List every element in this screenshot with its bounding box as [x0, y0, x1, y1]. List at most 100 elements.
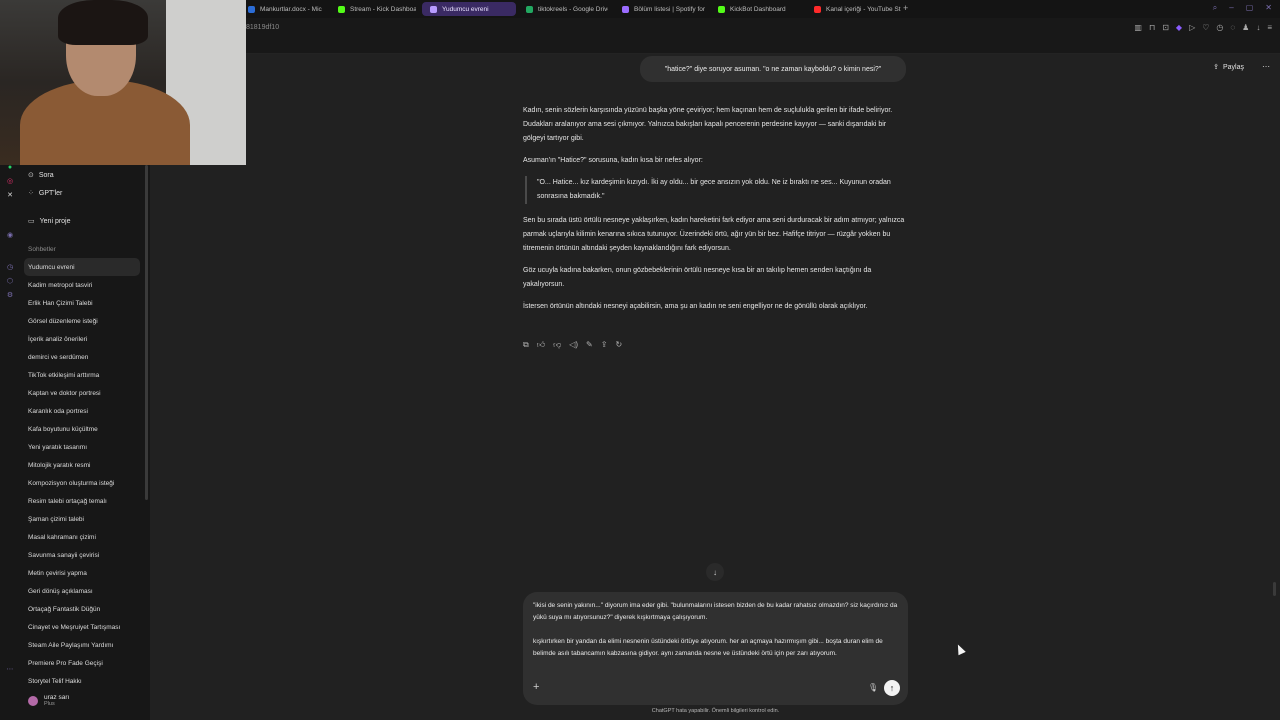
chat-list-item[interactable]: Kafa boyutunu küçültme: [24, 420, 140, 438]
sidebar-item-label: GPT'ler: [38, 189, 63, 197]
tab-label: KickBot Dashboard: [730, 5, 786, 13]
browser-tab[interactable]: Kanal içeriği - YouTube St: [806, 2, 902, 16]
tab-label: Yudumcu evreni: [442, 5, 489, 13]
search-icon[interactable]: ⌕: [1213, 3, 1217, 13]
browser-tab[interactable]: Bölüm listesi | Spotify for: [614, 2, 706, 16]
profile-icon[interactable]: ♟: [1242, 23, 1249, 32]
share-button[interactable]: ⇪ Paylaş: [1213, 63, 1244, 72]
microphone-icon[interactable]: 🎙︎: [868, 683, 878, 692]
share-icon: ⇪: [1213, 64, 1219, 71]
chat-list-item[interactable]: Kaptan ve doktor portresi: [24, 384, 140, 402]
chat-list-item[interactable]: TikTok etkileşimi arttırma: [24, 366, 140, 384]
new-tab-button[interactable]: +: [903, 3, 908, 13]
tab-favicon-icon: [718, 5, 725, 13]
chat-list-item[interactable]: Kompozisyon oluşturma isteği: [24, 474, 140, 492]
arrow-up-icon: ↑: [889, 683, 895, 693]
share-message-icon[interactable]: ⇪: [601, 340, 608, 350]
arrow-down-icon: ↓: [713, 567, 717, 577]
folder-icon: ▭: [28, 218, 35, 225]
tab-label: tiktokreels - Google Drive: [538, 5, 608, 13]
user-message: "hatice?" diye soruyor asuman. "o ne zam…: [640, 56, 906, 82]
sora-icon: ⊙: [28, 172, 34, 179]
chat-list-item[interactable]: Savunma sanayii çevirisi: [24, 546, 140, 564]
bookmark-icon[interactable]: ⊓: [1149, 23, 1155, 32]
send-button[interactable]: ↑: [884, 680, 900, 696]
url-text[interactable]: 81819df10: [246, 24, 279, 31]
browser-tab[interactable]: Yudumcu evreni: [422, 2, 516, 16]
chat-list-item[interactable]: demirci ve serdümen: [24, 348, 140, 366]
user-plan: Plus: [44, 701, 55, 707]
assistant-paragraph: Asuman'ın "Hatice?" sorusuna, kadın kısa…: [523, 157, 703, 164]
chat-list-item[interactable]: Erlik Han Çizimi Talebi: [24, 294, 140, 312]
screenshot-icon[interactable]: ⊡: [1162, 23, 1169, 32]
page-scrollbar[interactable]: [1273, 582, 1276, 596]
thumbs-down-icon[interactable]: 👎︎: [553, 340, 561, 350]
browser-tab[interactable]: Mankurtlar.docx - Micros: [240, 2, 322, 16]
chat-list-item[interactable]: Geri dönüş açıklaması: [24, 582, 140, 600]
chat-list-item[interactable]: Resim talebi ortaçağ temalı: [24, 492, 140, 510]
chat-list-item[interactable]: Masal kahramanı çizimi: [24, 528, 140, 546]
scroll-down-button[interactable]: ↓: [706, 563, 724, 581]
tab-favicon-icon: [338, 5, 345, 13]
sidebar-item-new-project[interactable]: ▭ Yeni proje: [28, 217, 71, 226]
composer-input[interactable]: "ikisi de senin yakının..." diyorum ima …: [533, 600, 901, 660]
minimize-icon[interactable]: –: [1229, 3, 1233, 13]
whatsapp-icon[interactable]: ●: [8, 164, 12, 171]
tab-label: Bölüm listesi | Spotify for: [634, 5, 706, 13]
chat-icon[interactable]: ◌: [1230, 23, 1235, 32]
close-icon[interactable]: ✕: [1265, 3, 1272, 13]
browser-tab[interactable]: tiktokreels - Google Drive: [518, 2, 608, 16]
chats-section-label: Sohbetler: [28, 246, 56, 253]
user-profile[interactable]: uraz sarı Plus: [28, 694, 69, 707]
tab-favicon-icon: [430, 5, 437, 13]
tab-label: Mankurtlar.docx - Micros: [260, 5, 322, 13]
chat-list-item[interactable]: İçerik analiz önerileri: [24, 330, 140, 348]
browser-tab[interactable]: Stream - Kick Dashboard: [330, 2, 416, 16]
chat-list-item[interactable]: Görsel düzenleme isteği: [24, 312, 140, 330]
chat-list-item[interactable]: Kadim metropol tasviri: [24, 276, 140, 294]
webcam-overlay: [0, 0, 246, 165]
attach-plus-icon[interactable]: +: [533, 681, 539, 693]
extension-icon[interactable]: ◆: [1176, 23, 1182, 32]
more-apps-icon[interactable]: ⋯: [7, 665, 14, 673]
window-controls: ⌕ – ▢ ✕: [1213, 3, 1272, 13]
heart-icon[interactable]: ♡: [1202, 23, 1209, 32]
read-aloud-icon[interactable]: ◁): [569, 340, 578, 350]
copy-icon[interactable]: ⧉: [523, 340, 529, 350]
play-icon[interactable]: ▷: [1189, 23, 1195, 32]
apps-icon[interactable]: ⬡: [7, 277, 13, 285]
x-icon[interactable]: ✕: [7, 191, 13, 199]
thumbs-up-icon[interactable]: 👍︎: [537, 340, 545, 350]
chat-list-item[interactable]: Mitolojik yaratık resmi: [24, 456, 140, 474]
history-icon[interactable]: ◷: [7, 263, 13, 271]
chat-list-item[interactable]: Metin çevirisi yapma: [24, 564, 140, 582]
download-icon[interactable]: ↓: [1256, 23, 1260, 32]
settings-icon[interactable]: ⚙: [7, 291, 13, 299]
sidebar-toggle-icon[interactable]: ▥: [1134, 23, 1142, 32]
maximize-icon[interactable]: ▢: [1246, 3, 1254, 13]
app-rail: ● ◎ ✕ ◉ ◷ ⬡ ⚙ ⋯: [0, 160, 20, 720]
user-name: uraz sarı: [44, 694, 70, 701]
more-options-icon[interactable]: ⋯: [1262, 62, 1270, 71]
edit-canvas-icon[interactable]: ✎: [586, 340, 593, 350]
sidebar-item-gpts[interactable]: ⁘ GPT'ler: [28, 189, 63, 198]
sidebar-item-sora[interactable]: ⊙ Sora: [28, 171, 54, 180]
regenerate-icon[interactable]: ↻: [615, 340, 622, 350]
chat-list-item[interactable]: Yudumcu evreni: [24, 258, 140, 276]
app-icon[interactable]: ◉: [7, 231, 13, 239]
chat-list-item[interactable]: Karanlık oda portresi: [24, 402, 140, 420]
chat-list-item[interactable]: Storytel Telif Hakkı: [24, 672, 140, 690]
chat-list-item[interactable]: Cinayet ve Meşruiyet Tartışması: [24, 618, 140, 636]
message-composer[interactable]: "ikisi de senin yakının..." diyorum ima …: [523, 592, 908, 705]
clock-icon[interactable]: ◷: [1216, 23, 1223, 32]
main-chat-area: ⇪ Paylaş ⋯ "hatice?" diye soruyor asuman…: [150, 54, 1280, 720]
chat-list-item[interactable]: Ortaçağ Fantastik Düğün: [24, 600, 140, 618]
sidebar-scrollbar[interactable]: [145, 165, 148, 500]
instagram-icon[interactable]: ◎: [7, 177, 13, 185]
menu-icon[interactable]: ≡: [1267, 23, 1272, 32]
chat-list-item[interactable]: Steam Aile Paylaşımı Yardımı: [24, 636, 140, 654]
chat-list-item[interactable]: Yeni yaratık tasarımı: [24, 438, 140, 456]
chat-list-item[interactable]: Şaman çizimi talebi: [24, 510, 140, 528]
chat-list-item[interactable]: Premiere Pro Fade Geçişi: [24, 654, 140, 672]
browser-tab[interactable]: KickBot Dashboard: [710, 2, 800, 16]
